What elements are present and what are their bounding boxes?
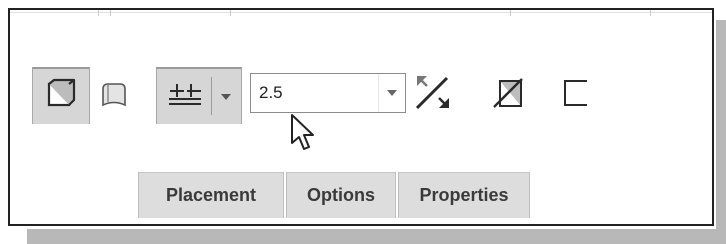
tab-options[interactable]: Options [286,172,396,218]
depth-option-button[interactable] [163,79,207,113]
dashboard-tabs: Placement Options Properties [138,172,532,218]
remove-material-icon [491,76,525,115]
surface-extrude-button[interactable] [96,78,132,114]
ruler-tick [110,10,111,16]
tab-properties[interactable]: Properties [398,172,530,218]
flip-direction-icon [413,72,453,117]
solid-box-icon [44,77,78,116]
ruler-tick [510,10,511,16]
top-ruler [10,10,712,16]
dashboard-screen: 2.5 Placement Options Properties [0,0,726,244]
extrude-dashboard: 2.5 Placement Options Properties [8,8,714,226]
tab-placement[interactable]: Placement [138,172,284,218]
depth-value-dropdown-button[interactable] [378,74,405,112]
ruler-tick [98,10,99,16]
surface-icon [99,79,129,114]
thicken-sketch-button[interactable] [556,76,596,114]
depth-group-separator [211,77,212,115]
panel-shadow-right [716,20,726,244]
mouse-pointer-icon [290,113,318,153]
flip-direction-button[interactable] [410,72,456,116]
ruler-tick [650,10,651,16]
blind-depth-icon [167,81,203,112]
panel-shadow-bottom [27,229,726,244]
depth-value-input[interactable]: 2.5 [251,83,378,103]
triangle-down-icon [221,88,231,106]
solid-extrude-button[interactable] [32,67,90,124]
depth-value-combobox[interactable]: 2.5 [250,73,406,113]
triangle-down-icon [387,84,397,102]
depth-option-group [156,67,242,124]
thicken-sketch-icon [559,76,593,115]
remove-material-button[interactable] [488,76,528,114]
ruler-tick [230,10,231,16]
depth-option-dropdown[interactable] [215,89,237,105]
